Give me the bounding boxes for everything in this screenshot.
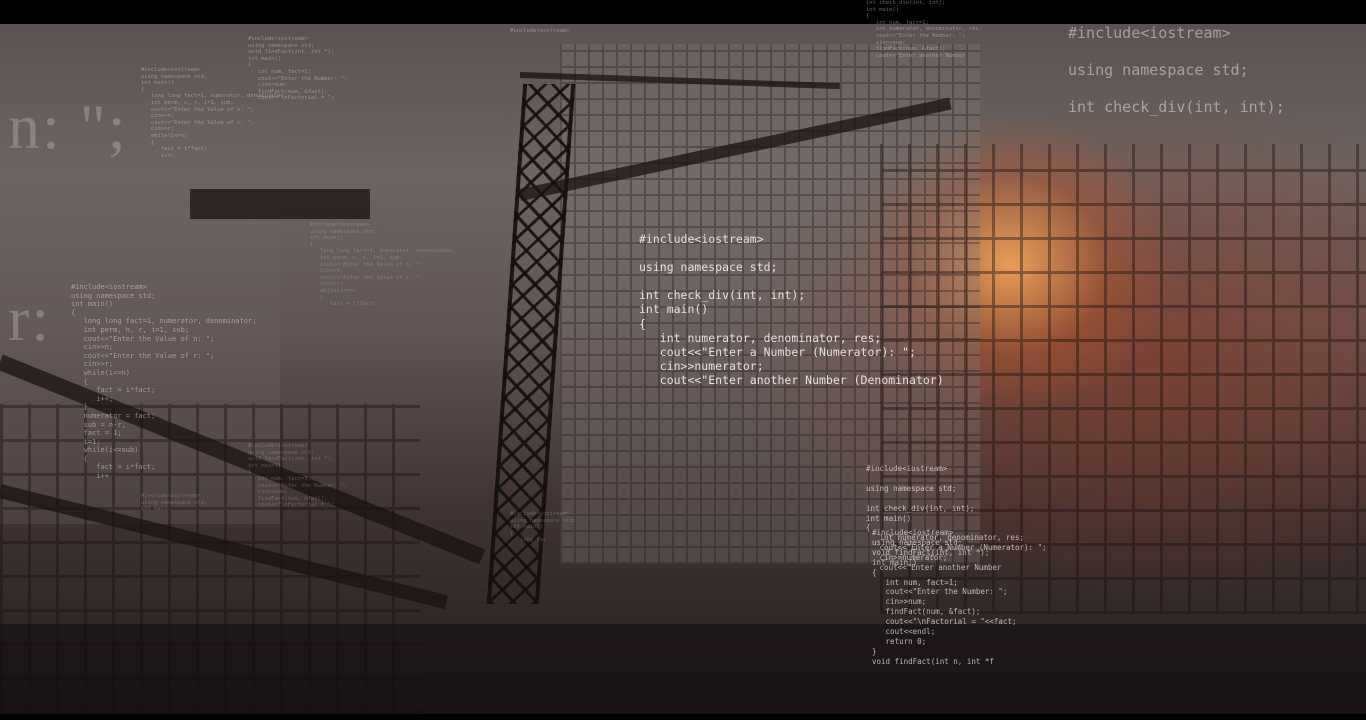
code-block-bottom-center: #include<iostream> using namespace std; … [510, 511, 577, 544]
code-block-mid-small: #include<iostream> using namespace std; … [310, 222, 456, 308]
code-block-top-center-small: #include<iostream> [510, 28, 570, 34]
code-block-bottom-mid-left: #include<iostream> using namespace std; … [248, 443, 348, 509]
ground [0, 624, 1366, 714]
code-block-far-left-small: #include<iostream> using namespace std; … [141, 493, 208, 513]
ghost-text-n: n: "; [8, 91, 128, 162]
code-block-top-strip: int check_div(int, int); int main() { in… [866, 0, 982, 59]
crane-counterweight [190, 189, 370, 219]
code-block-center: #include<iostream> using namespace std; … [639, 232, 944, 387]
code-block-bottom-right-2: #include<iostream> using namespace std; … [872, 528, 1017, 666]
code-block-left: #include<iostream> using namespace std; … [71, 283, 257, 481]
code-block-top-mid: #include<iostream> using namespace std; … [248, 36, 348, 102]
code-block-top-right: #include<iostream> using namespace std; … [1068, 24, 1285, 116]
ghost-text-r: r: [8, 283, 52, 354]
